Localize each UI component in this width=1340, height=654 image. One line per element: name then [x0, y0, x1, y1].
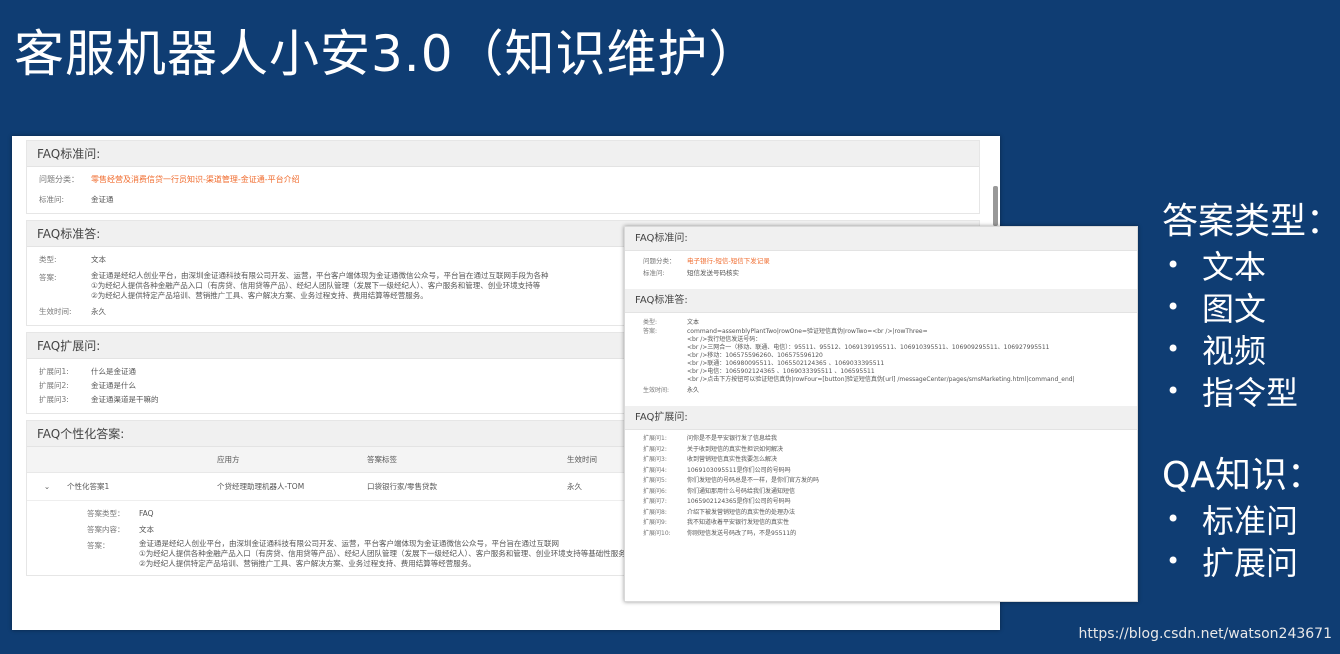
ext-q-value: 关于收到短信的真实性担识如何解决: [687, 445, 784, 453]
section-header: FAQ标准问:: [625, 227, 1137, 251]
category-label: 问题分类：: [643, 257, 676, 265]
faq-standard-question-section: FAQ标准问: 问题分类： 电子银行-短信-短信下发记录 标准问: 短信发送号码…: [625, 227, 1137, 283]
answer-types-title: 答案类型：: [1162, 201, 1340, 242]
list-item: 扩展问4: 1069103095511是你们公司的号码吗: [643, 466, 1119, 477]
list-item: 扩展问6: 你们通知那用什么号码给我们发通知短信: [643, 487, 1119, 498]
valid-time-label: 生效时间:: [39, 307, 72, 316]
ext-q-value: 介绍下被发营销短信的真实性的处理办法: [687, 508, 796, 516]
slide-title: 客服机器人小安3.0（知识维护）: [14, 25, 760, 83]
answer-value: command=assemblyPlantTwo|rowOne=验证短信真伪|r…: [687, 328, 1075, 383]
answer-types-list: 答案类型： • 文本 • 图文 • 视频 • 指令型: [1162, 192, 1340, 412]
list-item: 扩展问1: 问你是不是平安银行发了信息给我: [643, 434, 1119, 445]
valid-time-label: 生效时间:: [643, 387, 670, 394]
list-item: • 图文: [1162, 286, 1340, 328]
answer-type: 指令型: [1202, 374, 1299, 412]
table-cell: 口袋银行家/零售贷款: [367, 482, 438, 491]
faq-standard-question-section: FAQ标准问: 问题分类： 零售经营及消费信贷一行员知识-渠道管理-金证通-平台…: [26, 140, 980, 214]
category-value: 电子银行-短信-短信下发记录: [687, 257, 770, 265]
list-item: • 标准问: [1162, 498, 1323, 540]
ext-q-value: 你刚短信发送号码改了吗，不是95511的: [687, 529, 797, 537]
scrollbar[interactable]: [993, 186, 998, 226]
answer-label: 答案:: [643, 328, 658, 335]
bullet: •: [1166, 377, 1181, 405]
column-header: [27, 447, 67, 472]
qa-item: 扩展问: [1202, 544, 1299, 582]
chevron-down-icon[interactable]: ⌄: [27, 473, 67, 500]
watermark: https://blog.csdn.net/watson243671: [1078, 626, 1332, 642]
list-item: 扩展问3: 收到营销短信真实性我要怎么解决: [643, 455, 1119, 466]
bullet: •: [1166, 293, 1181, 321]
overlay-knowledge-panel: FAQ标准问: 问题分类： 电子银行-短信-短信下发记录 标准问: 短信发送号码…: [624, 226, 1138, 602]
table-cell: 个性化答案1: [67, 482, 110, 491]
qa-title: QA知识：: [1162, 455, 1323, 496]
list-item: • 扩展问: [1162, 540, 1323, 582]
answer-type: 视频: [1202, 332, 1267, 370]
table-cell: 个贷经理助理机器人-TOM: [217, 482, 305, 491]
qa-knowledge-list: QA知识： • 标准问 • 扩展问: [1162, 446, 1323, 582]
type-label: 类型:: [643, 319, 658, 326]
valid-time-value: 永久: [687, 387, 700, 394]
list-item: 扩展问5: 你们发短信的号码总是不一样，是你们官方发的吗: [643, 476, 1119, 487]
ext-q-label: 扩展问3:: [643, 456, 667, 463]
category-value: 零售经营及消费信贷一行员知识-渠道管理-金证通-平台介绍: [91, 175, 300, 184]
qa-item: 标准问: [1202, 502, 1299, 540]
ext-q-label: 扩展问4:: [643, 466, 667, 474]
bullet: •: [1166, 505, 1181, 533]
ext-q-label: 扩展问7:: [643, 498, 667, 505]
answer-type: 文本: [1202, 248, 1267, 286]
ext-q-label: 扩展问10:: [643, 529, 671, 537]
ext-q-value: 问你是不是平安银行发了信息给我: [687, 435, 778, 442]
ext-q-label: 扩展问8:: [643, 508, 667, 516]
column-header-app: 应用方: [217, 455, 240, 464]
section-header: FAQ标准问:: [27, 141, 979, 167]
type-label: 类型:: [39, 255, 57, 264]
ext-q-label: 扩展问1:: [643, 435, 667, 442]
ext-q-value: 1069103095511是你们公司的号码吗: [687, 466, 791, 474]
standard-question-value: 短信发送号码核实: [687, 269, 739, 277]
ext-q-value: 我不知道收着平安银行发短信的真实性: [687, 519, 790, 526]
list-item: • 指令型: [1162, 370, 1340, 412]
type-value: 文本: [687, 319, 700, 326]
list-item: 扩展问2: 关于收到短信的真实性担识如何解决: [643, 445, 1119, 456]
list-item: • 视频: [1162, 328, 1340, 370]
ext-q-label: 扩展问3:: [39, 395, 69, 404]
list-item: • 文本: [1162, 244, 1340, 286]
answer-label: 答案：: [87, 541, 110, 550]
list-item: 扩展问8: 介绍下被发营销短信的真实性的处理办法: [643, 508, 1119, 519]
ext-q-label: 扩展问2:: [643, 445, 667, 453]
section-header: FAQ标准答:: [625, 289, 1137, 313]
list-item: 扩展问9: 我不知道收着平安银行发短信的真实性: [643, 518, 1119, 529]
bullet: •: [1166, 335, 1181, 363]
bullet: •: [1166, 251, 1181, 279]
faq-standard-answer-section: FAQ标准答: 类型: 文本 答案: command=assemblyPlant…: [625, 289, 1137, 402]
standard-question-label: 标准问:: [643, 269, 665, 277]
ext-q-label: 扩展问9:: [643, 519, 667, 526]
ext-q-label: 扩展问2:: [39, 381, 69, 390]
ext-q-label: 扩展问1:: [39, 367, 69, 376]
column-header-tag: 答案标签: [367, 455, 397, 464]
answer-type-label: 答案类型：: [87, 509, 125, 518]
standard-question-label: 标准问:: [39, 195, 65, 204]
column-header: [67, 447, 217, 472]
answer-type: 图文: [1202, 290, 1267, 328]
ext-q-value: 收到营销短信真实性我要怎么解决: [687, 456, 778, 463]
list-item: 扩展问10: 你刚短信发送号码改了吗，不是95511的: [643, 529, 1119, 540]
ext-q-label: 扩展问5:: [643, 477, 667, 484]
answer-label: 答案:: [39, 273, 57, 282]
bullet: •: [1166, 547, 1181, 575]
ext-q-value: 你们通知那用什么号码给我们发通知短信: [687, 487, 796, 495]
standard-question-value: 金证通: [91, 195, 114, 204]
ext-q-value: 你们发短信的号码总是不一样，是你们官方发的吗: [687, 477, 820, 484]
section-header: FAQ扩展问:: [625, 406, 1137, 430]
answer-content-label: 答案内容：: [87, 525, 125, 534]
faq-extended-question-section: FAQ扩展问: 扩展问1: 问你是不是平安银行发了信息给我 扩展问2: 关于收到短信…: [625, 406, 1137, 543]
category-label: 问题分类：: [39, 175, 79, 184]
ext-q-label: 扩展问6:: [643, 487, 667, 495]
list-item: 扩展问7: 1065902124365是你们公司的号码吗: [643, 497, 1119, 508]
ext-q-value: 1065902124365是你们公司的号码吗: [687, 498, 791, 505]
